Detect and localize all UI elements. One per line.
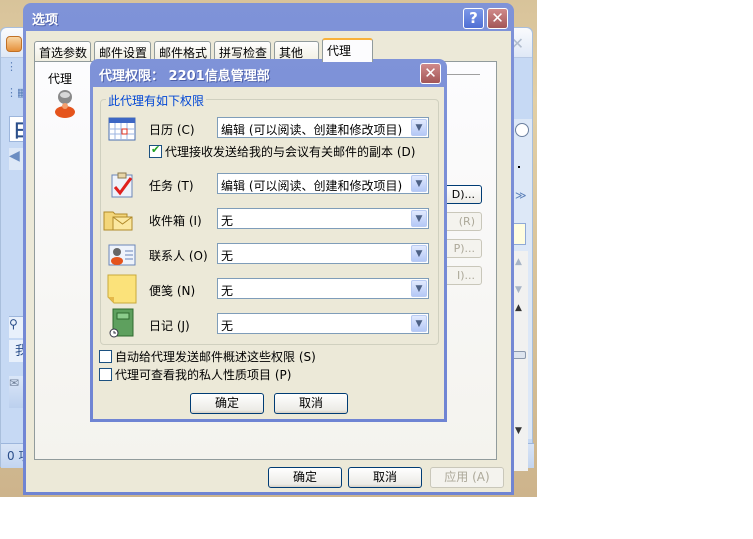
- calendar-icon: [108, 117, 136, 141]
- journal-icon: [109, 308, 134, 338]
- apply-button[interactable]: 应用 (A): [430, 467, 504, 488]
- chevron-down-icon[interactable]: ≫: [515, 189, 527, 202]
- scroll-down-icon-2[interactable]: ▼: [515, 426, 522, 436]
- close-button[interactable]: ✕: [487, 8, 508, 29]
- meeting-copy-label: 代理接收发送给我的与会议有关邮件的副本 (D): [165, 145, 416, 159]
- permission-row-journal: 日记 (J) 无 ▼: [101, 308, 440, 338]
- tab-mail-format[interactable]: 邮件格式: [154, 41, 211, 61]
- options-title-bar: 选项 ? ✕: [26, 3, 511, 31]
- contacts-permission-value: 无: [221, 249, 234, 263]
- permissions-group-label: 此代理有如下权限: [106, 92, 207, 109]
- auto-send-checkbox-row[interactable]: 自动给代理发送邮件概述这些权限 (S): [99, 348, 316, 365]
- tasks-permission-select[interactable]: 编辑 (可以阅读、创建和修改项目) ▼: [217, 173, 429, 194]
- contacts-icon: [108, 244, 136, 266]
- notes-permission-value: 无: [221, 284, 234, 298]
- inbox-label: 收件箱 (I): [149, 214, 202, 228]
- contacts-permission-select[interactable]: 无 ▼: [217, 243, 429, 264]
- chevron-down-icon[interactable]: ▼: [411, 245, 427, 262]
- toolbar-grip-icon: ⋮: [6, 60, 17, 73]
- tab-mail-setup[interactable]: 邮件设置: [94, 41, 151, 61]
- notes-permission-select[interactable]: 无 ▼: [217, 278, 429, 299]
- toolbar-grip-icon-2: ⋮▦: [6, 86, 28, 99]
- tab-preferences[interactable]: 首选参数: [34, 41, 91, 61]
- calendar-permission-value: 编辑 (可以阅读、创建和修改项目): [221, 123, 403, 137]
- chevron-down-icon[interactable]: ▼: [411, 280, 427, 297]
- permissions-title: 代理权限： 2201信息管理部: [99, 69, 270, 84]
- permission-row-contacts: 联系人 (O) 无 ▼: [101, 242, 440, 266]
- options-title: 选项: [32, 13, 59, 28]
- scrollbar[interactable]: ▲ ▼ ▲ ▼: [512, 251, 528, 471]
- background-right-pane: ≫ ▲ ▼ ▲ ▼: [512, 119, 532, 471]
- tasks-label: 任务 (T): [149, 179, 194, 193]
- scroll-down-icon[interactable]: ▼: [515, 285, 522, 295]
- scroll-up-icon[interactable]: ▲: [515, 257, 522, 267]
- permissions-title-bar: 代理权限： 2201信息管理部 ✕: [93, 59, 444, 87]
- tasks-permission-value: 编辑 (可以阅读、创建和修改项目): [221, 179, 403, 193]
- permission-row-notes: 便笺 (N) 无 ▼: [101, 274, 440, 304]
- meeting-copy-checkbox[interactable]: [149, 143, 162, 158]
- permissions-cancel-button[interactable]: 取消: [274, 393, 348, 414]
- delegate-user-icon: [55, 90, 75, 118]
- delegate-permissions-dialog: 代理权限： 2201信息管理部 ✕ 此代理有如下权限 日历 (C) 编辑 (可以…: [90, 59, 447, 422]
- contacts-label: 联系人 (O): [149, 249, 208, 263]
- cancel-button[interactable]: 取消: [348, 467, 422, 488]
- scroll-thumb[interactable]: [512, 351, 526, 359]
- chevron-down-icon[interactable]: ▼: [411, 210, 427, 227]
- meeting-copy-checkbox-row[interactable]: 代理接收发送给我的与会议有关邮件的副本 (D): [149, 143, 415, 160]
- delegates-section-label: 代理: [48, 72, 73, 86]
- outlook-logo-icon: [6, 36, 22, 52]
- permission-row-calendar: 日历 (C) 编辑 (可以阅读、创建和修改项目) ▼: [101, 116, 440, 141]
- help-button[interactable]: ?: [463, 8, 484, 29]
- inbox-icon: [103, 211, 133, 231]
- chevron-down-icon[interactable]: ▼: [411, 119, 427, 136]
- tab-delegates[interactable]: 代理: [322, 38, 373, 62]
- chevron-down-icon[interactable]: ▼: [411, 315, 427, 332]
- scroll-up-icon-2[interactable]: ▲: [515, 303, 522, 313]
- tasks-icon: [111, 172, 133, 198]
- calendar-label: 日历 (C): [149, 123, 195, 137]
- permissions-close-button[interactable]: ✕: [420, 63, 441, 84]
- permissions-body: 此代理有如下权限 日历 (C) 编辑 (可以阅读、创建和修改项目) ▼ 代理接收…: [93, 87, 444, 419]
- permission-row-tasks: 任务 (T) 编辑 (可以阅读、创建和修改项目) ▼: [101, 172, 440, 198]
- permission-row-inbox: 收件箱 (I) 无 ▼: [101, 207, 440, 231]
- auto-send-label: 自动给代理发送邮件概述这些权限 (S): [115, 350, 316, 364]
- chevron-down-icon[interactable]: ▼: [411, 175, 427, 192]
- info-field: [512, 223, 526, 245]
- tab-other[interactable]: 其他: [274, 41, 319, 61]
- notes-icon: [107, 274, 137, 304]
- journal-permission-value: 无: [221, 319, 234, 333]
- journal-label: 日记 (J): [149, 319, 190, 333]
- private-items-checkbox-row[interactable]: 代理可查看我的私人性质项目 (P): [99, 366, 291, 383]
- calendar-permission-select[interactable]: 编辑 (可以阅读、创建和修改项目) ▼: [217, 117, 429, 138]
- private-items-checkbox[interactable]: [99, 368, 112, 381]
- permissions-ok-button[interactable]: 确定: [190, 393, 264, 414]
- ok-button[interactable]: 确定: [268, 467, 342, 488]
- auto-send-checkbox[interactable]: [99, 350, 112, 363]
- private-items-label: 代理可查看我的私人性质项目 (P): [115, 368, 292, 382]
- notes-label: 便笺 (N): [149, 284, 196, 298]
- inbox-permission-value: 无: [221, 214, 234, 228]
- dot: [518, 166, 520, 168]
- inbox-permission-select[interactable]: 无 ▼: [217, 208, 429, 229]
- permissions-group: 此代理有如下权限 日历 (C) 编辑 (可以阅读、创建和修改项目) ▼ 代理接收…: [100, 92, 440, 345]
- tab-spelling[interactable]: 拼写检查: [214, 41, 271, 61]
- radio-icon[interactable]: [515, 123, 529, 137]
- journal-permission-select[interactable]: 无 ▼: [217, 313, 429, 334]
